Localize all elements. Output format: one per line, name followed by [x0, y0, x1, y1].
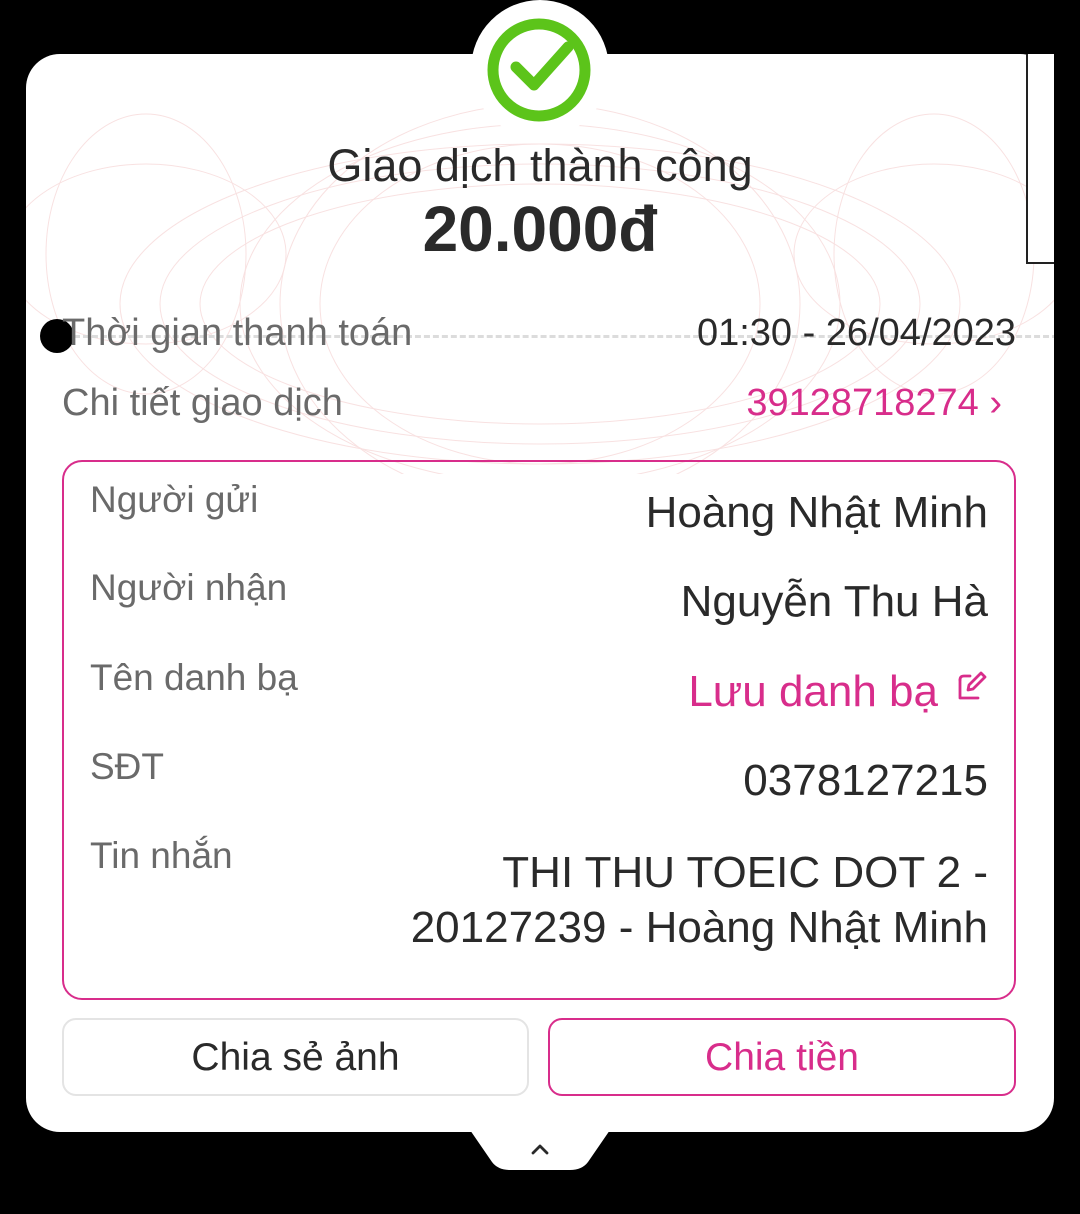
chevron-up-icon — [531, 1144, 549, 1155]
message-line-1: THI THU TOEIC DOT 2 - — [502, 848, 988, 897]
save-contact-label: Lưu danh bạ — [688, 667, 938, 716]
contact-name-label: Tên danh bạ — [90, 657, 298, 698]
transaction-id-link[interactable]: 39128718274 › — [746, 382, 1002, 425]
amount: 20.000đ — [422, 193, 658, 265]
receiver-value: Nguyễn Thu Hà — [680, 577, 988, 626]
message-label: Tin nhắn — [90, 835, 233, 876]
message-value: THI THU TOEIC DOT 2 - 20127239 - Hoàng N… — [411, 845, 988, 955]
phone-value: 0378127215 — [743, 756, 988, 805]
time-value: 01:30 - 26/04/2023 — [696, 312, 1016, 354]
edit-icon — [958, 671, 987, 700]
check-circle-icon — [487, 18, 591, 122]
phone-label: SĐT — [90, 746, 164, 787]
save-contact-button[interactable]: Lưu danh bạ — [688, 667, 988, 717]
split-money-button[interactable]: Chia tiền — [548, 1018, 1016, 1096]
transaction-detail-label: Chi tiết giao dịch — [62, 382, 343, 424]
share-image-button[interactable]: Chia sẻ ảnh — [62, 1018, 529, 1096]
sender-label: Người gửi — [90, 479, 259, 520]
status-title: Giao dịch thành công — [327, 140, 753, 191]
receiver-label: Người nhận — [90, 567, 288, 608]
message-line-2: 20127239 - Hoàng Nhật Minh — [410, 903, 988, 952]
sender-value: Hoàng Nhật Minh — [645, 488, 988, 537]
time-label: Thời gian thanh toán — [62, 312, 413, 354]
